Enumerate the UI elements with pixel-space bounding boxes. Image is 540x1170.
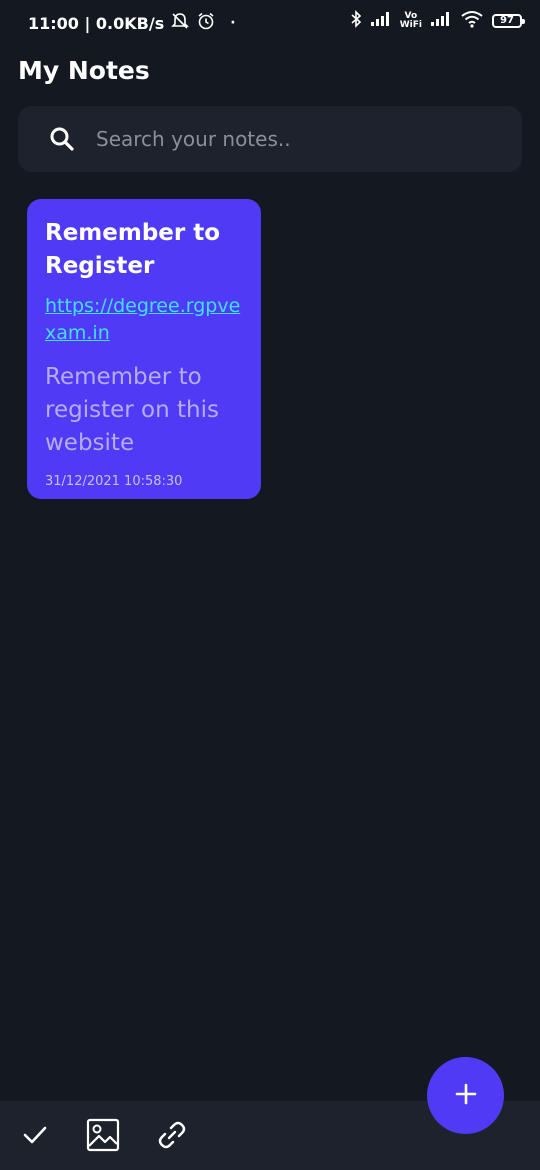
note-link[interactable]: https://degree.rgpvexam.in <box>45 293 243 347</box>
battery-level: 97 <box>500 15 514 26</box>
plus-icon <box>454 1082 478 1110</box>
link-icon[interactable] <box>154 1117 190 1153</box>
status-dot: · <box>230 15 236 31</box>
note-body: Remember to register on this website <box>45 364 219 456</box>
search-input[interactable] <box>94 126 478 152</box>
bluetooth-icon <box>350 10 362 32</box>
image-icon[interactable] <box>85 1117 121 1153</box>
vowifi-label: Vo WiFi <box>400 12 422 30</box>
wifi-text: WiFi <box>399 20 422 30</box>
alarm-icon <box>196 12 216 34</box>
check-icon[interactable] <box>17 1117 53 1153</box>
add-note-button[interactable] <box>427 1057 504 1134</box>
search-bar[interactable] <box>18 106 522 172</box>
battery-icon: 97 <box>492 14 525 28</box>
notifications-muted-icon <box>170 12 190 34</box>
status-left: 11:00 | 0.0KB/s · <box>28 12 236 34</box>
note-title: Remember to Register <box>45 220 221 279</box>
status-right: Vo WiFi 97 <box>350 10 525 32</box>
status-bar: 11:00 | 0.0KB/s · Vo WiFi 97 <box>0 0 540 46</box>
status-time-speed: 11:00 | 0.0KB/s <box>28 13 165 33</box>
signal-icon <box>370 11 392 31</box>
note-date: 31/12/2021 10:58:30 <box>45 474 183 489</box>
page-title: My Notes <box>18 56 150 85</box>
search-icon <box>48 125 76 153</box>
note-card[interactable]: Remember to Register https://degree.rgpv… <box>27 199 261 499</box>
signal-icon-2 <box>430 11 452 31</box>
wifi-icon <box>460 10 484 32</box>
